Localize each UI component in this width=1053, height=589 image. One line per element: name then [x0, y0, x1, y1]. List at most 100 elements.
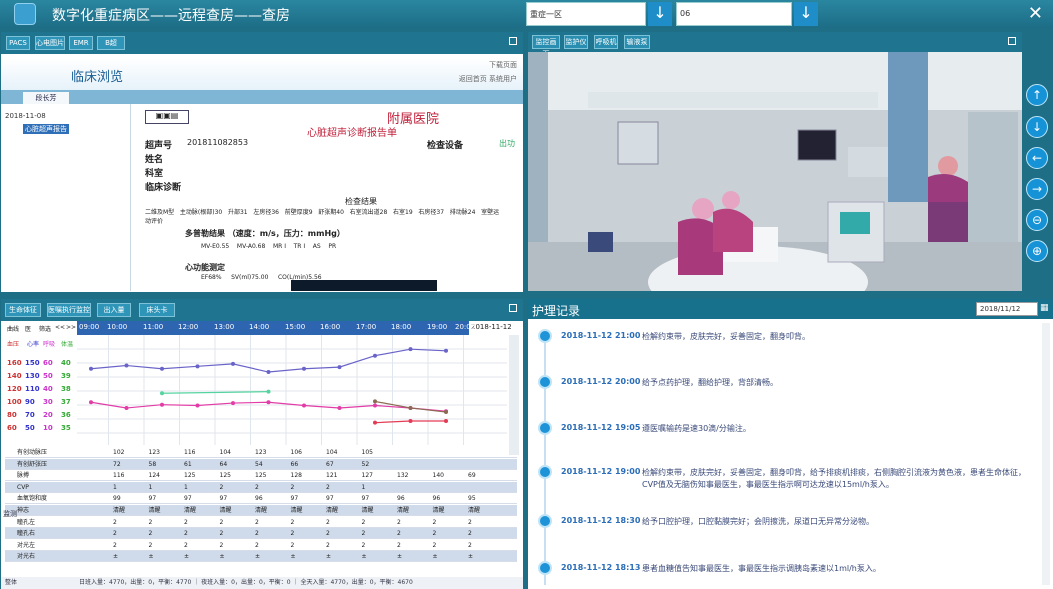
calendar-icon[interactable]: ▦	[1040, 303, 1049, 313]
ventilator-button[interactable]: 呼吸机	[594, 35, 618, 49]
table-cell: 1	[113, 483, 117, 491]
ultrasound-report: ▣▣▤ 附属医院 心脏超声诊断报告单 超声号 201811082853 检查设备…	[141, 104, 519, 291]
table-cell: 清醒	[361, 507, 374, 514]
camera-right-icon[interactable]: →	[1026, 178, 1048, 200]
table-cell: 96	[255, 495, 263, 503]
camera-left-icon[interactable]: ←	[1026, 147, 1048, 169]
table-cell: 140	[432, 472, 444, 480]
monitor-view-button[interactable]: 监控画面	[532, 35, 560, 52]
data-point	[266, 389, 271, 394]
bed-dropdown-button[interactable]: ↓	[794, 2, 818, 26]
zoom-out-icon[interactable]: ⊖	[1026, 209, 1048, 231]
next-button[interactable]: >>	[66, 324, 76, 331]
tab-patient[interactable]: 段长芳	[23, 92, 69, 104]
scale-tick: 90	[25, 398, 35, 406]
record-scrollbar[interactable]	[1042, 323, 1050, 585]
date-input[interactable]: 2018/11/12	[976, 302, 1038, 316]
camera-up-icon[interactable]: ↑	[1026, 84, 1048, 106]
table-cell: 2	[255, 541, 259, 549]
table-cell: ±	[184, 553, 190, 561]
table-cell: 2	[326, 483, 330, 491]
tree-report-item[interactable]: 心脏超声报告	[23, 124, 69, 134]
section-results: 检查结果	[345, 197, 377, 206]
filter-label[interactable]: 筛选	[39, 324, 51, 333]
table-row: 对光左 2 2 2 2 2 2 2 2 2 2 2	[5, 540, 517, 551]
bed-select[interactable]: 06	[676, 2, 792, 26]
table-cell: 2	[468, 530, 472, 538]
table-cell: 2	[219, 518, 224, 526]
scale-tick: 60	[7, 424, 17, 432]
camera-down-icon[interactable]: ↓	[1026, 116, 1048, 138]
table-cell: 2	[397, 541, 401, 549]
record-tree: 2018-11-08 心脏超声报告	[1, 104, 131, 291]
ward-camera-image	[528, 52, 1022, 291]
data-point	[89, 400, 93, 405]
row-label: 有创舒张压	[17, 460, 48, 468]
order-monitor-button[interactable]: 医嘱执行监控	[47, 303, 91, 317]
data-point	[373, 353, 377, 358]
scale-tick: 160	[7, 359, 22, 367]
table-cell: 清醒	[326, 507, 339, 514]
close-icon[interactable]: ✕	[1028, 3, 1043, 24]
table-cell: ±	[148, 553, 154, 561]
prev-button[interactable]: <<	[55, 324, 65, 331]
scale-tick: 80	[7, 411, 17, 419]
curve-label[interactable]: 曲线	[7, 324, 19, 333]
scale-tick: 36	[61, 411, 71, 419]
table-cell: 2	[255, 518, 259, 526]
ward-select[interactable]: 重症一区	[526, 2, 646, 26]
maximize-icon[interactable]	[509, 37, 517, 45]
user-link[interactable]: 系统用户	[489, 75, 517, 83]
time-tick: 16:00	[320, 323, 341, 331]
row-label: 有创动脉压	[17, 449, 48, 456]
table-cell: 97	[219, 495, 228, 503]
table-cell: ±	[219, 553, 225, 561]
field-value-1: 201811082853	[187, 138, 249, 147]
download-link[interactable]: 下载页面	[459, 60, 517, 70]
data-point	[231, 361, 235, 366]
report-toolbar-icons[interactable]: ▣▣▤	[145, 110, 189, 124]
maximize-vitals-icon[interactable]	[509, 304, 517, 312]
table-cell: 104	[219, 449, 231, 456]
table-cell: 102	[113, 449, 125, 456]
table-cell: 2	[290, 483, 295, 491]
vital-signs-button[interactable]: 生命体征	[5, 303, 41, 317]
doppler-heading: 多普勒结果 （速度：m/s，压力：mmHg）	[185, 229, 345, 238]
tree-date-node[interactable]: 2018-11-08	[5, 112, 46, 120]
table-cell: 96	[432, 495, 441, 503]
table-cell: 2	[397, 518, 401, 526]
table-cell: 72	[113, 460, 121, 468]
intake-output-button[interactable]: 出入量	[97, 303, 131, 317]
field-label-4: 科室	[145, 169, 164, 179]
ultrasound-button[interactable]: B超	[97, 36, 125, 50]
data-point	[302, 366, 306, 371]
maximize-video-icon[interactable]	[1008, 37, 1016, 45]
scale-tick: 40	[43, 385, 53, 393]
zoom-in-icon[interactable]: ⊕	[1026, 240, 1048, 262]
legend-hr: 心率	[27, 341, 40, 348]
table-cell: ±	[255, 553, 261, 561]
chart-scrollbar[interactable]	[509, 335, 519, 455]
table-cell: 2	[361, 530, 366, 538]
home-link[interactable]: 返回首页	[459, 75, 487, 83]
ward-dropdown-button[interactable]: ↓	[648, 2, 672, 26]
data-point	[337, 405, 342, 410]
scale-tick: 40	[61, 359, 71, 367]
ecg-button[interactable]: 心电图片	[35, 36, 65, 50]
table-cell: 2	[255, 483, 259, 491]
scale-tick: 20	[43, 411, 53, 419]
bed-card-button[interactable]: 床头卡	[139, 303, 175, 317]
infusion-pump-button[interactable]: 输液泵	[624, 35, 650, 49]
scale-tick: 37	[61, 398, 71, 406]
vital-monitor-button[interactable]: 监护仪	[564, 35, 588, 49]
pacs-button[interactable]: PACS	[6, 36, 30, 50]
page-title: 临床浏览	[71, 70, 124, 85]
table-cell: 97	[361, 495, 370, 503]
table-cell: 116	[184, 449, 196, 456]
top-links: 下载页面 返回首页 系统用户	[459, 60, 517, 84]
record-time: 2018-11-12 20:00	[561, 377, 641, 386]
emr-button[interactable]: EMR	[69, 36, 93, 50]
doctor-label[interactable]: 医	[25, 324, 31, 333]
table-cell: 64	[219, 460, 228, 468]
table-cell: 2	[290, 518, 295, 526]
